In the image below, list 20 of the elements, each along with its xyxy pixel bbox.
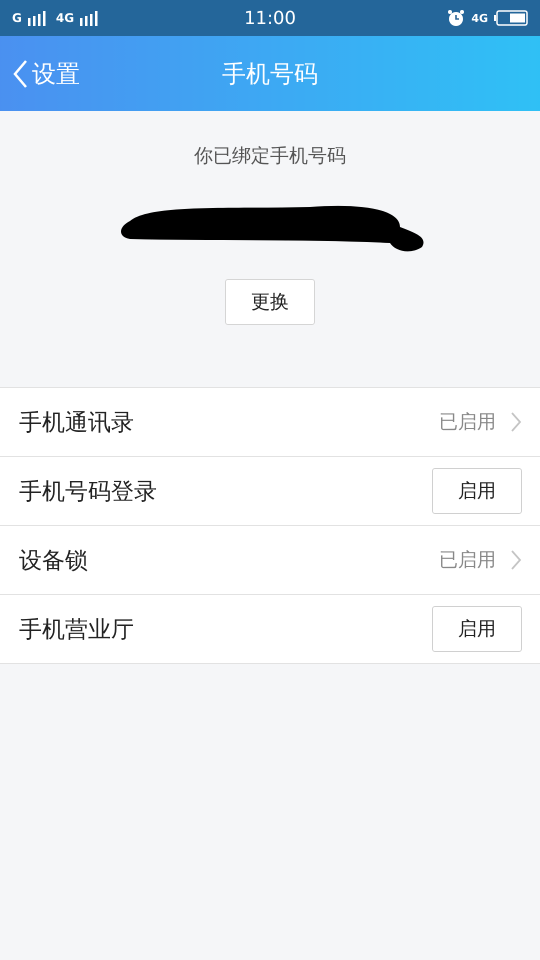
network-label: 4G	[471, 12, 488, 24]
chevron-icon[interactable]	[510, 549, 522, 571]
page-title: 手机号码	[222, 58, 318, 90]
carrier-label: 4G	[56, 11, 74, 25]
battery-icon	[494, 10, 528, 26]
row-status: 已启用	[439, 410, 496, 435]
enable-button[interactable]: 启用	[432, 606, 522, 652]
back-icon	[12, 58, 28, 88]
row-label: 手机通讯录	[19, 408, 135, 438]
alarm-icon	[447, 9, 466, 27]
row-status: 已启用	[439, 548, 496, 573]
row-label: 手机号码登录	[19, 478, 158, 506]
enable-button[interactable]: 启用	[432, 468, 522, 514]
change-button[interactable]: 更换	[225, 279, 315, 325]
row-label: 设备锁	[19, 546, 89, 576]
chevron-icon[interactable]	[510, 411, 522, 433]
carrier-label: G	[12, 11, 22, 25]
bound-caption: 你已绑定手机号码	[194, 144, 346, 169]
row-label: 手机营业厅	[19, 616, 135, 644]
status-time: 11:00	[244, 8, 296, 28]
